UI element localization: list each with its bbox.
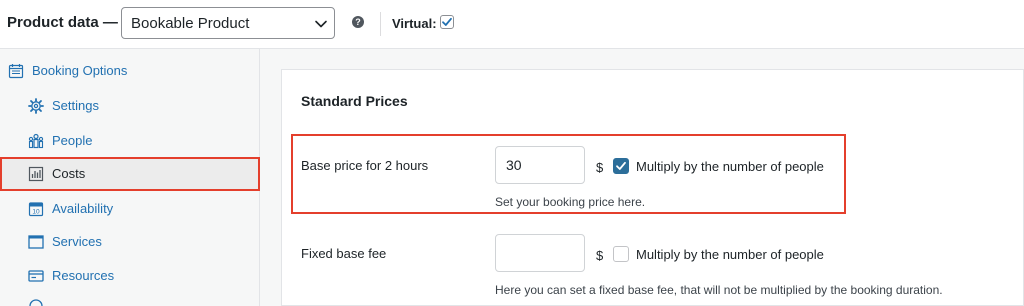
check-icon bbox=[616, 161, 626, 170]
product-type-value: Bookable Product bbox=[131, 15, 250, 32]
sidebar-item-costs[interactable]: Costs bbox=[0, 157, 260, 191]
sidebar-item-availability[interactable]: 10 Availability bbox=[0, 193, 260, 225]
fixed-fee-hint: Here you can set a fixed base fee, that … bbox=[495, 283, 943, 297]
card-icon bbox=[28, 270, 44, 282]
virtual-checkbox[interactable] bbox=[440, 15, 454, 29]
sidebar-item-label: Resources bbox=[52, 268, 115, 283]
fixed-fee-multiply-checkbox[interactable] bbox=[613, 246, 629, 262]
calendar-10-icon: 10 bbox=[28, 202, 44, 217]
sidebar-item-label: Costs bbox=[52, 166, 86, 181]
sidebar-item-services[interactable]: Services bbox=[0, 226, 260, 258]
product-data-title: Product data — bbox=[7, 14, 118, 31]
product-data-tabs: Booking Options Settings People Costs 10… bbox=[0, 49, 260, 306]
fixed-fee-multiply-label: Multiply by the number of people bbox=[636, 247, 824, 262]
help-icon[interactable]: ? bbox=[352, 16, 364, 28]
gear-icon bbox=[28, 98, 44, 114]
currency-symbol: $ bbox=[596, 248, 604, 263]
svg-text:10: 10 bbox=[32, 209, 40, 216]
sidebar-item-label: Services bbox=[52, 234, 102, 249]
sidebar-item-resources[interactable]: Resources bbox=[0, 260, 260, 292]
calendar-icon bbox=[8, 64, 24, 79]
sidebar-item-people[interactable]: People bbox=[0, 125, 260, 157]
base-price-input[interactable] bbox=[495, 146, 585, 184]
fixed-fee-label: Fixed base fee bbox=[301, 246, 387, 261]
sidebar-item-settings[interactable]: Settings bbox=[0, 90, 260, 122]
people-icon bbox=[28, 133, 44, 149]
product-type-select[interactable]: Bookable Product bbox=[121, 7, 335, 39]
sidebar-item-label: Booking Options bbox=[32, 63, 128, 78]
sidebar-item-label: Availability bbox=[52, 201, 114, 216]
partial-icon bbox=[29, 299, 43, 306]
virtual-label: Virtual: bbox=[392, 16, 437, 31]
currency-symbol: $ bbox=[596, 160, 604, 175]
multiply-people-label: Multiply by the number of people bbox=[636, 159, 824, 174]
sidebar-item-label: Settings bbox=[52, 98, 99, 113]
base-price-hint: Set your booking price here. bbox=[495, 195, 646, 209]
sidebar-item-label: People bbox=[52, 133, 93, 148]
header-divider bbox=[380, 12, 381, 36]
check-icon bbox=[442, 17, 452, 26]
product-data-header: Product data — Bookable Product ? Virtua… bbox=[0, 0, 1024, 49]
fixed-fee-input[interactable] bbox=[495, 234, 585, 272]
base-price-label: Base price for 2 hours bbox=[301, 158, 429, 173]
multiply-people-checkbox[interactable] bbox=[613, 158, 629, 174]
window-icon bbox=[28, 235, 44, 249]
chevron-down-icon bbox=[315, 20, 327, 28]
section-title: Standard Prices bbox=[301, 93, 408, 109]
chart-icon bbox=[28, 166, 44, 182]
sidebar-item-booking-options[interactable]: Booking Options bbox=[0, 55, 260, 87]
